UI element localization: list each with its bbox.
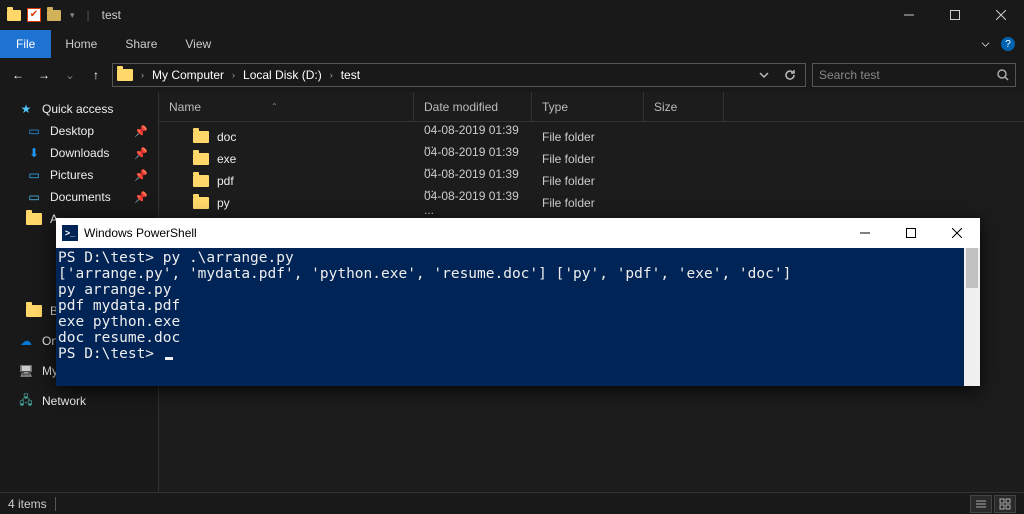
status-bar: 4 items bbox=[0, 492, 1024, 514]
file-row[interactable]: doc04-08-2019 01:39 ...File folder bbox=[159, 126, 1024, 148]
sidebar-network[interactable]: 🖧 Network bbox=[0, 390, 158, 412]
up-button[interactable]: ↑ bbox=[86, 65, 106, 85]
network-icon: 🖧 bbox=[18, 393, 34, 409]
chevron-right-icon[interactable]: › bbox=[326, 70, 337, 80]
onedrive-icon: ☁ bbox=[18, 333, 34, 349]
file-row[interactable]: pdf04-08-2019 01:39 ...File folder bbox=[159, 170, 1024, 192]
qa-properties-icon[interactable]: ✔ bbox=[26, 7, 42, 23]
file-type: File folder bbox=[532, 130, 644, 144]
address-bar[interactable]: › My Computer › Local Disk (D:) › test bbox=[112, 63, 806, 87]
ps-close-button[interactable] bbox=[934, 218, 980, 248]
crumb-local-disk[interactable]: Local Disk (D:) bbox=[243, 68, 322, 82]
folder-icon bbox=[26, 303, 42, 319]
pc-icon: 🖥 bbox=[18, 363, 34, 379]
ribbon-home[interactable]: Home bbox=[51, 30, 111, 58]
ps-minimize-button[interactable] bbox=[842, 218, 888, 248]
ribbon-share[interactable]: Share bbox=[111, 30, 171, 58]
sidebar-desktop[interactable]: ▭ Desktop 📌 bbox=[0, 120, 158, 142]
col-name[interactable]: Name⌃ bbox=[159, 92, 414, 121]
file-name: py bbox=[217, 196, 230, 210]
help-button[interactable]: ? bbox=[998, 30, 1024, 58]
powershell-terminal[interactable]: PS D:\test> py .\arrange.py ['arrange.py… bbox=[56, 248, 980, 386]
file-type: File folder bbox=[532, 196, 644, 210]
star-icon: ★ bbox=[18, 101, 34, 117]
search-placeholder: Search test bbox=[819, 68, 880, 82]
pin-icon: 📌 bbox=[134, 125, 148, 138]
col-size[interactable]: Size bbox=[644, 92, 724, 121]
sidebar-documents[interactable]: ▭ Documents 📌 bbox=[0, 186, 158, 208]
navigation-bar: ← → ⌄ ↑ › My Computer › Local Disk (D:) … bbox=[0, 58, 1024, 92]
status-item-count: 4 items bbox=[8, 497, 47, 511]
chevron-right-icon[interactable]: › bbox=[137, 70, 148, 80]
close-button[interactable] bbox=[978, 0, 1024, 30]
icons-view-button[interactable] bbox=[994, 495, 1016, 513]
folder-icon bbox=[193, 175, 209, 187]
pin-icon: 📌 bbox=[134, 169, 148, 182]
powershell-title-bar[interactable]: >_ Windows PowerShell bbox=[56, 218, 980, 248]
powershell-window[interactable]: >_ Windows PowerShell PS D:\test> py .\a… bbox=[56, 218, 980, 386]
file-date: 04-08-2019 01:39 ... bbox=[414, 189, 532, 217]
search-icon bbox=[997, 69, 1009, 81]
folder-icon bbox=[193, 153, 209, 165]
sort-asc-icon: ⌃ bbox=[271, 102, 278, 111]
ps-scrollbar[interactable] bbox=[964, 248, 980, 386]
col-date[interactable]: Date modified bbox=[414, 92, 532, 121]
powershell-title: Windows PowerShell bbox=[84, 226, 842, 240]
file-type: File folder bbox=[532, 174, 644, 188]
qa-dropdown-icon[interactable]: ▾ bbox=[70, 10, 75, 21]
sidebar-quick-access[interactable]: ★ Quick access bbox=[0, 98, 158, 120]
column-headers: Name⌃ Date modified Type Size bbox=[159, 92, 1024, 122]
ps-maximize-button[interactable] bbox=[888, 218, 934, 248]
maximize-button[interactable] bbox=[932, 0, 978, 30]
forward-button[interactable]: → bbox=[34, 65, 54, 85]
folder-icon bbox=[193, 197, 209, 209]
desktop-icon: ▭ bbox=[26, 123, 42, 139]
crumb-test[interactable]: test bbox=[341, 68, 360, 82]
status-separator bbox=[55, 497, 56, 511]
file-type: File folder bbox=[532, 152, 644, 166]
downloads-icon: ⬇ bbox=[26, 145, 42, 161]
app-folder-icon bbox=[6, 7, 22, 23]
ribbon-tabs: File Home Share View ? bbox=[0, 30, 1024, 58]
address-dropdown-icon[interactable] bbox=[753, 69, 775, 81]
file-name: doc bbox=[217, 130, 236, 144]
folder-icon bbox=[193, 131, 209, 143]
details-view-button[interactable] bbox=[970, 495, 992, 513]
address-folder-icon bbox=[117, 69, 133, 81]
file-name: pdf bbox=[217, 174, 234, 188]
chevron-right-icon[interactable]: › bbox=[228, 70, 239, 80]
refresh-icon[interactable] bbox=[779, 69, 801, 81]
folder-icon bbox=[26, 211, 42, 227]
sidebar-pictures[interactable]: ▭ Pictures 📌 bbox=[0, 164, 158, 186]
pin-icon: 📌 bbox=[134, 191, 148, 204]
powershell-icon: >_ bbox=[62, 225, 78, 241]
ribbon-file[interactable]: File bbox=[0, 30, 51, 58]
recent-locations-icon[interactable]: ⌄ bbox=[60, 65, 80, 85]
file-name: exe bbox=[217, 152, 236, 166]
pin-icon: 📌 bbox=[134, 147, 148, 160]
minimize-button[interactable] bbox=[886, 0, 932, 30]
window-title: test bbox=[102, 8, 121, 22]
file-row[interactable]: py 04-08-2019 01:39 ...File folder bbox=[159, 192, 1024, 214]
crumb-my-computer[interactable]: My Computer bbox=[152, 68, 224, 82]
pictures-icon: ▭ bbox=[26, 167, 42, 183]
terminal-cursor bbox=[165, 357, 173, 360]
search-box[interactable]: Search test bbox=[812, 63, 1016, 87]
sidebar-downloads[interactable]: ⬇ Downloads 📌 bbox=[0, 142, 158, 164]
documents-icon: ▭ bbox=[26, 189, 42, 205]
qa-more-icon[interactable] bbox=[46, 7, 62, 23]
col-type[interactable]: Type bbox=[532, 92, 644, 121]
ribbon-view[interactable]: View bbox=[171, 30, 225, 58]
explorer-title-bar: ✔ ▾ | test bbox=[0, 0, 1024, 30]
titlebar-separator: | bbox=[87, 8, 90, 22]
ribbon-collapse-icon[interactable] bbox=[972, 30, 998, 58]
ps-scroll-thumb[interactable] bbox=[966, 248, 978, 288]
back-button[interactable]: ← bbox=[8, 65, 28, 85]
file-row[interactable]: exe04-08-2019 01:39 ...File folder bbox=[159, 148, 1024, 170]
